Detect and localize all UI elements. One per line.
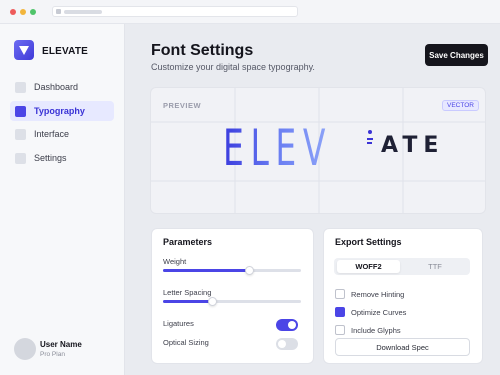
page-subtitle: Customize your digital space typography. [151, 62, 315, 72]
format-option-woff2[interactable]: WOFF2 [337, 260, 400, 273]
settings-icon [15, 152, 26, 164]
maximize-window-icon[interactable] [30, 9, 36, 15]
avatar[interactable] [14, 338, 36, 360]
weight-label: Weight [163, 257, 187, 266]
sidebar-item-label: Dashboard [34, 82, 79, 92]
sidebar-item-label: Typography [34, 106, 85, 116]
close-window-icon[interactable] [10, 9, 16, 15]
sidebar: ELEVATE Dashboard Typography Interface S… [0, 24, 125, 375]
dashboard-icon [15, 81, 26, 93]
sidebar-item-dashboard[interactable]: Dashboard [10, 77, 114, 97]
preview-sample-gradient-text: ELEV [223, 119, 333, 177]
format-selector: WOFF2 TTF [334, 258, 470, 275]
include-glyphs-label: Include Glyphs [351, 326, 401, 335]
remove-hinting-label: Remove Hinting [351, 290, 405, 299]
address-bar[interactable] [52, 6, 298, 17]
toggle-thumb [278, 340, 286, 348]
ligatures-toggle[interactable] [276, 319, 298, 331]
sidebar-item-label: Settings [34, 153, 67, 163]
browser-toolbar [0, 0, 500, 24]
parameters-title: Parameters [163, 237, 213, 247]
sidebar-item-typography[interactable]: Typography [10, 101, 114, 121]
toggle-thumb [288, 321, 296, 329]
user-plan: Pro Plan [40, 351, 65, 358]
save-changes-button[interactable]: Save Changes [425, 44, 488, 66]
typography-icon [15, 105, 26, 117]
favicon-icon [56, 9, 61, 14]
letter-spacing-slider-fill [163, 300, 213, 303]
sidebar-item-settings[interactable]: Settings [10, 148, 114, 168]
text-cursor-icon [367, 130, 373, 148]
ligatures-label: Ligatures [163, 319, 194, 328]
address-text-placeholder [64, 10, 102, 14]
optimize-curves-checkbox[interactable] [335, 307, 345, 317]
page-title: Font Settings [151, 42, 254, 59]
preview-sample-dark-text: ATE [381, 133, 445, 158]
optical-sizing-toggle[interactable] [276, 338, 298, 350]
optimize-curves-label: Optimize Curves [351, 308, 407, 317]
vector-badge: VECTOR [442, 100, 479, 111]
letter-spacing-label: Letter Spacing [163, 288, 212, 297]
weight-slider[interactable] [163, 266, 301, 275]
remove-hinting-checkbox[interactable] [335, 289, 345, 299]
elevate-logo-icon[interactable] [14, 40, 34, 60]
sidebar-item-label: Interface [34, 129, 70, 139]
preview-label: PREVIEW [163, 101, 202, 110]
export-settings-title: Export Settings [335, 237, 402, 247]
download-spec-button[interactable]: Download Spec [335, 338, 470, 356]
minimize-window-icon[interactable] [20, 9, 26, 15]
interface-icon [15, 128, 26, 140]
weight-slider-fill [163, 269, 250, 272]
font-preview-panel: PREVIEW VECTOR ELEV ATE [150, 87, 486, 214]
letter-spacing-slider[interactable] [163, 297, 301, 306]
optical-sizing-label: Optical Sizing [163, 338, 209, 347]
include-glyphs-checkbox[interactable] [335, 325, 345, 335]
brand-name: ELEVATE [42, 46, 89, 57]
sidebar-item-interface[interactable]: Interface [10, 124, 114, 144]
user-name: User Name [40, 340, 82, 349]
format-option-ttf[interactable]: TTF [403, 260, 467, 273]
